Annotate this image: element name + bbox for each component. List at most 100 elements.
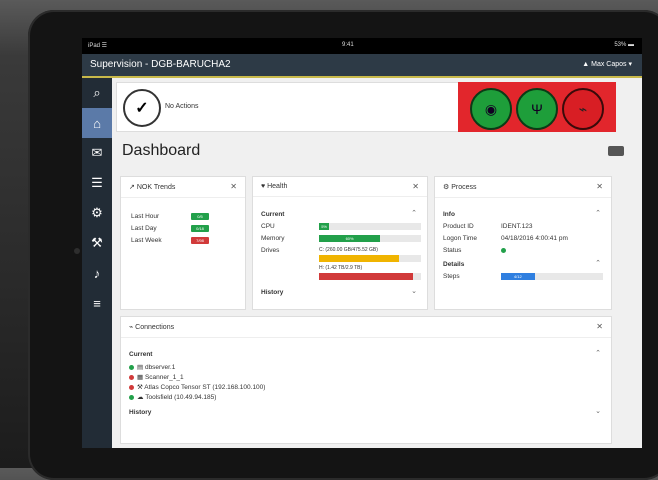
connections-current-label: Current [129, 351, 153, 358]
drive2-bar-fill [319, 273, 413, 280]
health-header: ♥ Health ✕ [253, 177, 427, 197]
status-dot [129, 394, 134, 400]
close-icon[interactable]: ✕ [596, 322, 603, 331]
nok-row-label: Last Week [131, 237, 162, 244]
close-icon[interactable]: ✕ [596, 182, 603, 191]
heart-icon: ♥ [261, 183, 266, 190]
sliders-icon: ≡ [93, 295, 101, 311]
connection-item: ▤ dbserver.1 [129, 363, 175, 371]
status-indicator [501, 247, 509, 254]
health-history-label: History [261, 289, 284, 296]
action-buttons-panel: ◉ Ψ ⌁ [458, 82, 616, 132]
connections-title: Connections [135, 324, 175, 331]
cpu-bar-fill: 5% [319, 223, 330, 230]
scanner-icon: ▦ [137, 374, 145, 381]
chevron-up-icon[interactable]: ⌃ [595, 349, 601, 357]
sidebar: ⌕ ⌂ ✉ ☰ ⚙ ⚒ ♪ ≡ [82, 78, 112, 448]
connections-card: ⌁ Connections ✕ Current ⌃ ▤ dbserver.1 ▦… [120, 316, 612, 444]
wrench-icon: ⚒ [91, 235, 103, 250]
process-details-label: Details [443, 261, 465, 268]
bell-icon: ♪ [93, 265, 101, 281]
steps-bar-fill: 4/12 [501, 273, 535, 280]
connections-header: ⌁ Connections ✕ [121, 317, 611, 338]
sidebar-item-tools[interactable]: ⚒ [82, 228, 112, 258]
no-actions-text: No Actions [165, 103, 199, 110]
drive1-bar [319, 255, 421, 262]
cloud-icon: ☁ [137, 394, 146, 401]
page-title: Dashboard [122, 142, 201, 159]
home-icon: ⌂ [93, 115, 101, 131]
memory-bar: 60% [319, 235, 421, 242]
process-card: ⚙ Process ✕ Info ⌃ Product ID IDENT.123 … [434, 176, 612, 310]
health-current-label: Current [261, 211, 285, 218]
process-title: Process [451, 184, 477, 191]
nok-row-label: Last Day [131, 225, 157, 232]
status-dot [129, 384, 134, 390]
sidebar-item-search[interactable]: ⌕ [82, 78, 112, 108]
steps-label: Steps [443, 273, 460, 280]
chevron-up-icon[interactable]: ⌃ [595, 209, 601, 217]
search-icon: ⌕ [93, 85, 101, 100]
nok-row-badge: 0/18 [191, 225, 209, 232]
connection-item: ☁ Toolsfield (10.49.94.185) [129, 393, 216, 401]
user-menu[interactable]: ▲ Max Capos ▾ [582, 60, 632, 68]
nok-trends-title: NOK Trends [136, 184, 176, 191]
cpu-bar: 5% [319, 223, 421, 230]
camera-dot [74, 248, 80, 254]
gear-icon: ⚙ [443, 184, 450, 191]
plug-icon: ⌁ [129, 324, 134, 331]
status-left: iPad ☰ [88, 43, 108, 49]
chart-icon: ↗ [129, 184, 135, 191]
top-bar: Supervision - DGB-BARUCHA2 ▲ Max Capos ▾ [82, 54, 642, 78]
target-icon: ◉ [484, 100, 498, 117]
chevron-down-icon[interactable]: ⌄ [595, 407, 601, 415]
screen: iPad ☰ 9:41 53% ▬ Supervision - DGB-BARU… [82, 38, 642, 448]
process-header: ⚙ Process ✕ [435, 177, 611, 198]
close-icon[interactable]: ✕ [230, 182, 237, 191]
logon-time-label: Logon Time [443, 235, 477, 242]
connection-item: ⚒ Atlas Copco Tensor ST (192.168.100.100… [129, 383, 265, 391]
status-label: Status [443, 247, 462, 254]
status-time: 9:41 [342, 42, 354, 48]
memory-label: Memory [261, 235, 285, 242]
sidebar-item-list[interactable]: ☰ [82, 168, 112, 198]
memory-bar-fill: 60% [319, 235, 381, 242]
plug-icon: ⌁ [578, 100, 588, 117]
drive1-bar-fill [319, 255, 399, 262]
start-button[interactable]: ◉ [470, 88, 512, 130]
drive2-text: H: (1.42 TB/2.9 TB) [319, 265, 363, 271]
disconnect-button[interactable]: ⌁ [562, 88, 604, 130]
dashboard-menu-button[interactable] [608, 146, 624, 156]
steps-bar: 4/12 [501, 273, 603, 280]
nok-row-label: Last Hour [131, 213, 160, 220]
envelope-icon: ✉ [91, 145, 103, 160]
sidebar-item-filters[interactable]: ≡ [82, 288, 112, 318]
drive2-bar [319, 273, 421, 280]
logon-time-value: 04/18/2016 4:00:41 pm [501, 235, 568, 242]
sidebar-item-settings[interactable]: ⚙ [82, 198, 112, 228]
cpu-label: CPU [261, 223, 275, 230]
chevron-down-icon[interactable]: ⌄ [411, 287, 417, 295]
fork-button[interactable]: Ψ [516, 88, 558, 130]
status-battery: 53% ▬ [614, 42, 634, 48]
sidebar-item-messages[interactable]: ✉ [82, 138, 112, 168]
status-dot [129, 374, 134, 380]
chevron-up-icon[interactable]: ⌃ [411, 209, 417, 217]
product-id-value: IDENT.123 [501, 223, 533, 230]
gears-icon: ⚙ [91, 205, 103, 220]
connections-history-label: History [129, 409, 152, 416]
chevron-up-icon[interactable]: ⌃ [595, 259, 601, 267]
app-title: Supervision - DGB-BARUCHA2 [90, 59, 231, 70]
nok-trends-header: ↗ NOK Trends ✕ [121, 177, 245, 198]
alerts-card: ✓ No Actions [116, 82, 460, 132]
nok-row-badge: 7/98 [191, 237, 209, 244]
fork-icon: Ψ [531, 101, 543, 117]
health-title: Health [267, 183, 288, 190]
check-icon: ✓ [123, 89, 161, 127]
status-dot [129, 364, 134, 370]
connection-item: ▦ Scanner_1_1 [129, 373, 184, 381]
sidebar-item-home[interactable]: ⌂ [82, 108, 112, 138]
close-icon[interactable]: ✕ [412, 182, 419, 191]
sidebar-item-notifications[interactable]: ♪ [82, 258, 112, 288]
list-icon: ☰ [91, 175, 103, 190]
